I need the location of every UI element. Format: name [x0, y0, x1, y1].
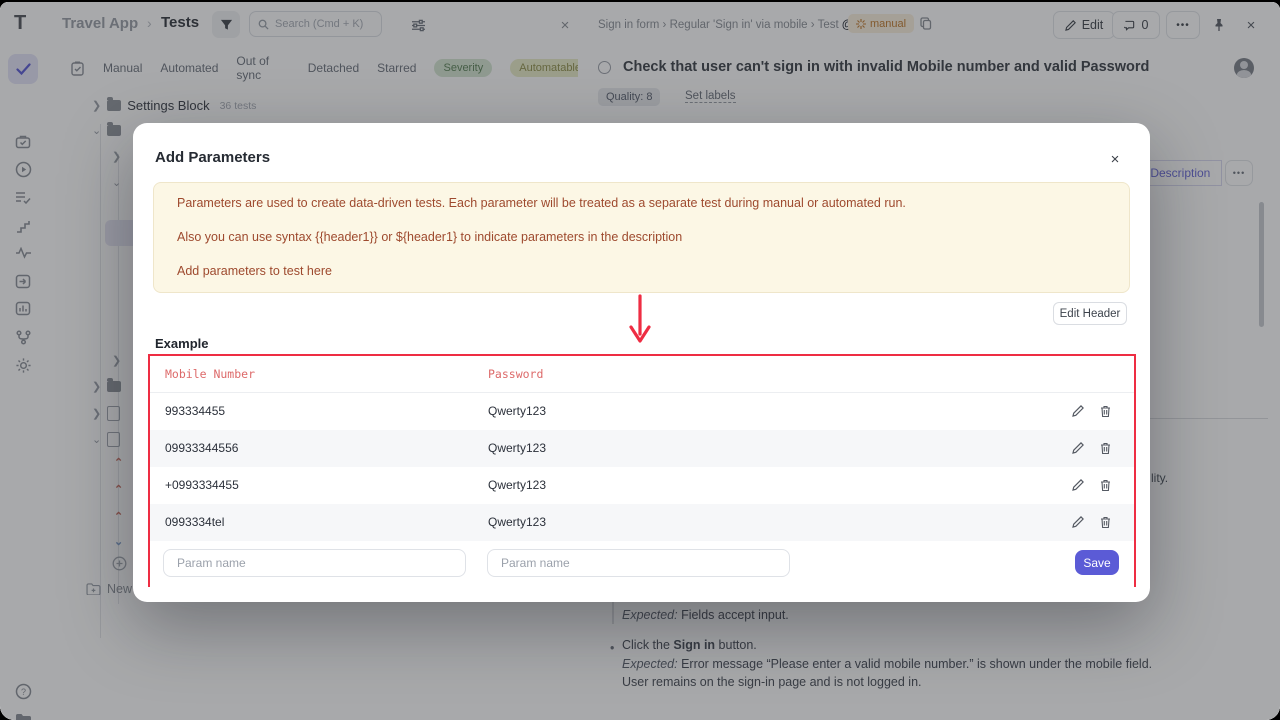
- table-row: 993334455 Qwerty123: [150, 393, 1134, 430]
- table-row: 09933344556 Qwerty123: [150, 430, 1134, 467]
- edit-header-button[interactable]: Edit Header: [1053, 302, 1127, 325]
- table-header-row: Mobile Number Password: [150, 356, 1134, 393]
- cell-mobile: 993334455: [165, 404, 225, 418]
- parameters-info-box: Parameters are used to create data-drive…: [153, 182, 1130, 293]
- modal-close-icon[interactable]: ×: [1104, 148, 1126, 170]
- add-parameter-row: Save: [150, 542, 1134, 587]
- cell-mobile: +0993334455: [165, 478, 239, 492]
- delete-row-icon[interactable]: [1097, 440, 1113, 456]
- delete-row-icon[interactable]: [1097, 514, 1113, 530]
- app-window: T Travel App › Tests Search (Cmd + K) ×: [0, 2, 1280, 720]
- cell-mobile: 0993334tel: [165, 515, 224, 529]
- param-name-input-2[interactable]: [487, 549, 790, 577]
- cell-password: Qwerty123: [488, 441, 546, 455]
- param-name-input-1[interactable]: [163, 549, 466, 577]
- example-label: Example: [155, 336, 208, 351]
- edit-row-icon[interactable]: [1070, 514, 1086, 530]
- table-row: +0993334455 Qwerty123: [150, 467, 1134, 504]
- info-line-2: Also you can use syntax {{header1}} or $…: [177, 230, 682, 244]
- edit-row-icon[interactable]: [1070, 403, 1086, 419]
- parameters-table: Mobile Number Password 993334455 Qwerty1…: [148, 354, 1136, 587]
- cell-mobile: 09933344556: [165, 441, 238, 455]
- cell-password: Qwerty123: [488, 404, 546, 418]
- table-row: 0993334tel Qwerty123: [150, 504, 1134, 541]
- delete-row-icon[interactable]: [1097, 403, 1113, 419]
- modal-title: Add Parameters: [155, 149, 270, 166]
- annotation-arrow-down-icon: [627, 294, 653, 346]
- save-button[interactable]: Save: [1075, 550, 1119, 575]
- cell-password: Qwerty123: [488, 478, 546, 492]
- info-line-3: Add parameters to test here: [177, 264, 332, 278]
- info-line-1: Parameters are used to create data-drive…: [177, 196, 906, 210]
- column-header-password: Password: [488, 367, 543, 381]
- edit-row-icon[interactable]: [1070, 477, 1086, 493]
- column-header-mobile: Mobile Number: [165, 367, 255, 381]
- delete-row-icon[interactable]: [1097, 477, 1113, 493]
- cell-password: Qwerty123: [488, 515, 546, 529]
- edit-row-icon[interactable]: [1070, 440, 1086, 456]
